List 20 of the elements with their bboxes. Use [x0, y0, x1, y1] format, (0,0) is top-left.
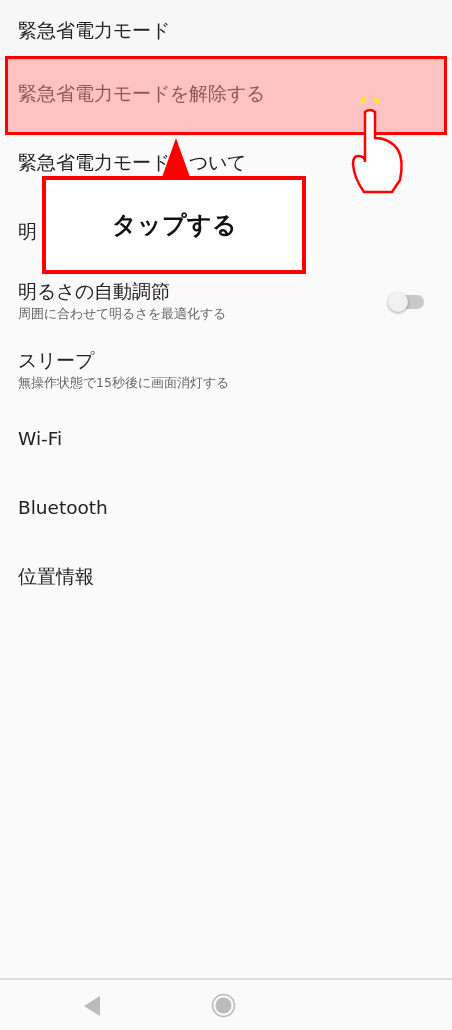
setting-description: 無操作状態で15秒後に画面消灯する: [18, 373, 230, 392]
tap-hint-tooltip: タップする: [42, 176, 306, 274]
settings-row[interactable]: スリープ 無操作状態で15秒後に画面消灯する: [0, 336, 452, 405]
setting-title: ついて: [188, 151, 246, 175]
back-icon[interactable]: [84, 996, 100, 1016]
screen-title: 緊急省電力モード: [18, 19, 170, 41]
setting-title: スリープ: [18, 348, 94, 372]
setting-description: 周囲に合わせて明るさを最適化する: [18, 304, 227, 323]
settings-row[interactable]: 緊急省電力モードを解除する: [0, 60, 452, 129]
home-icon[interactable]: [211, 993, 236, 1018]
toggle-switch[interactable]: [390, 294, 424, 309]
setting-title: Wi-Fi: [18, 427, 63, 451]
setting-title: 明るさの自動調節: [18, 279, 170, 303]
settings-row[interactable]: 位置情報: [0, 543, 452, 612]
settings-row[interactable]: Bluetooth: [0, 474, 452, 543]
setting-title: 緊急省電力モード: [18, 151, 170, 175]
setting-title: 緊急省電力モードを解除する: [18, 82, 265, 106]
setting-title: Bluetooth: [18, 496, 108, 520]
settings-row[interactable]: Wi-Fi: [0, 405, 452, 474]
setting-title: 位置情報: [18, 565, 94, 589]
